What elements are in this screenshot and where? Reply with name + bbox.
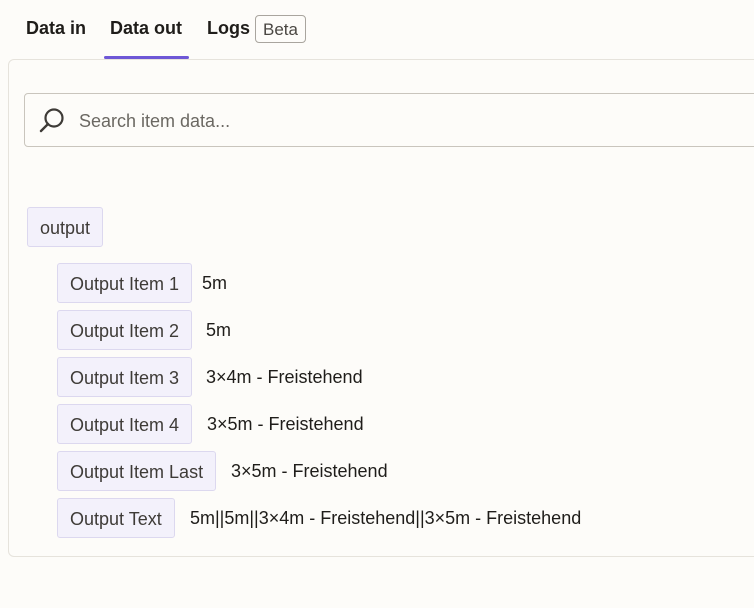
output-item-4-key[interactable]: Output Item 4 — [57, 404, 193, 444]
output-item-1-value: 5m — [202, 273, 228, 293]
search-input[interactable] — [77, 94, 741, 148]
output-item-4-value: 3×5m - Freistehend — [207, 414, 364, 434]
output-text-value: 5m||5m||3×4m - Freistehend||3×5m - Freis… — [190, 508, 582, 528]
output-item-3-key[interactable]: Output Item 3 — [57, 357, 193, 397]
tab-bar: Data in Data out Logs Beta — [0, 0, 754, 60]
output-item-last-value: 3×5m - Freistehend — [231, 461, 388, 481]
output-item-2-key[interactable]: Output Item 2 — [57, 310, 193, 350]
output-text-key[interactable]: Output Text — [57, 498, 175, 538]
tab-data-in[interactable]: Data in — [26, 18, 86, 39]
output-item-last-key[interactable]: Output Item Last — [57, 451, 217, 491]
search-box[interactable] — [24, 93, 754, 148]
beta-badge: Beta — [255, 15, 306, 43]
search-icon — [39, 108, 64, 133]
tab-data-out[interactable]: Data out — [110, 18, 182, 39]
output-key[interactable]: output — [27, 207, 104, 247]
output-item-2-value: 5m — [206, 320, 232, 340]
output-item-1-key[interactable]: Output Item 1 — [57, 263, 193, 303]
output-item-3-value: 3×4m - Freistehend — [206, 367, 363, 387]
tab-logs[interactable]: Logs — [207, 18, 250, 39]
